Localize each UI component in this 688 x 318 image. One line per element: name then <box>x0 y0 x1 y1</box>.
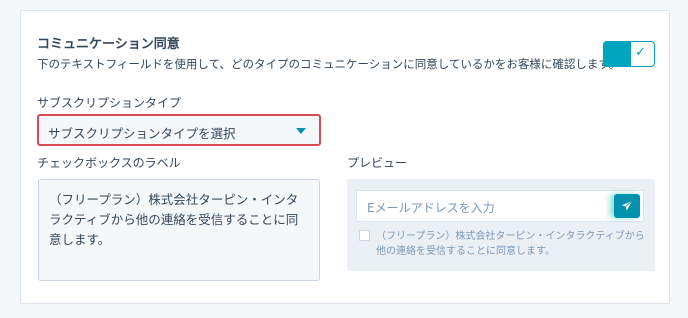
checkbox-label-heading: チェックボックスのラベル <box>37 156 181 170</box>
section-description: 下のテキストフィールドを使用して、どのタイプのコミュニケーションに同意しているか… <box>37 57 621 71</box>
subscription-type-select[interactable]: サブスクリプションタイプを選択 <box>37 114 321 146</box>
consent-toggle[interactable]: ✓ <box>603 41 655 67</box>
checkbox-label-textarea[interactable]: （フリープラン）株式会社ターピン・インタラクティブから他の連絡を受信することに同… <box>38 179 320 281</box>
consent-text: （フリープラン）株式会社ターピン・インタラクティブから他の連絡を受信することに同… <box>376 231 645 257</box>
subscription-type-selected: サブスクリプションタイプを選択 <box>48 126 236 141</box>
preview-heading: プレビュー <box>347 156 408 170</box>
subscription-type-label: サブスクリプションタイプ <box>37 96 182 110</box>
consent-checkbox[interactable] <box>359 230 370 241</box>
communication-consent-card: コミュニケーション同意 下のテキストフィールドを使用して、どのタイプのコミュニケ… <box>20 10 670 304</box>
toggle-knob <box>603 41 631 67</box>
paper-plane-icon <box>622 200 633 211</box>
preview-panel: Eメールアドレスを入力 （フリープラン）株式会社ターピン・インタラクティブから他… <box>347 179 655 271</box>
send-button[interactable] <box>614 194 640 218</box>
checkmark-icon: ✓ <box>635 45 646 60</box>
email-placeholder: Eメールアドレスを入力 <box>367 201 495 215</box>
section-title: コミュニケーション同意 <box>37 37 180 52</box>
email-input[interactable]: Eメールアドレスを入力 <box>356 190 644 222</box>
caret-down-icon <box>296 128 306 134</box>
